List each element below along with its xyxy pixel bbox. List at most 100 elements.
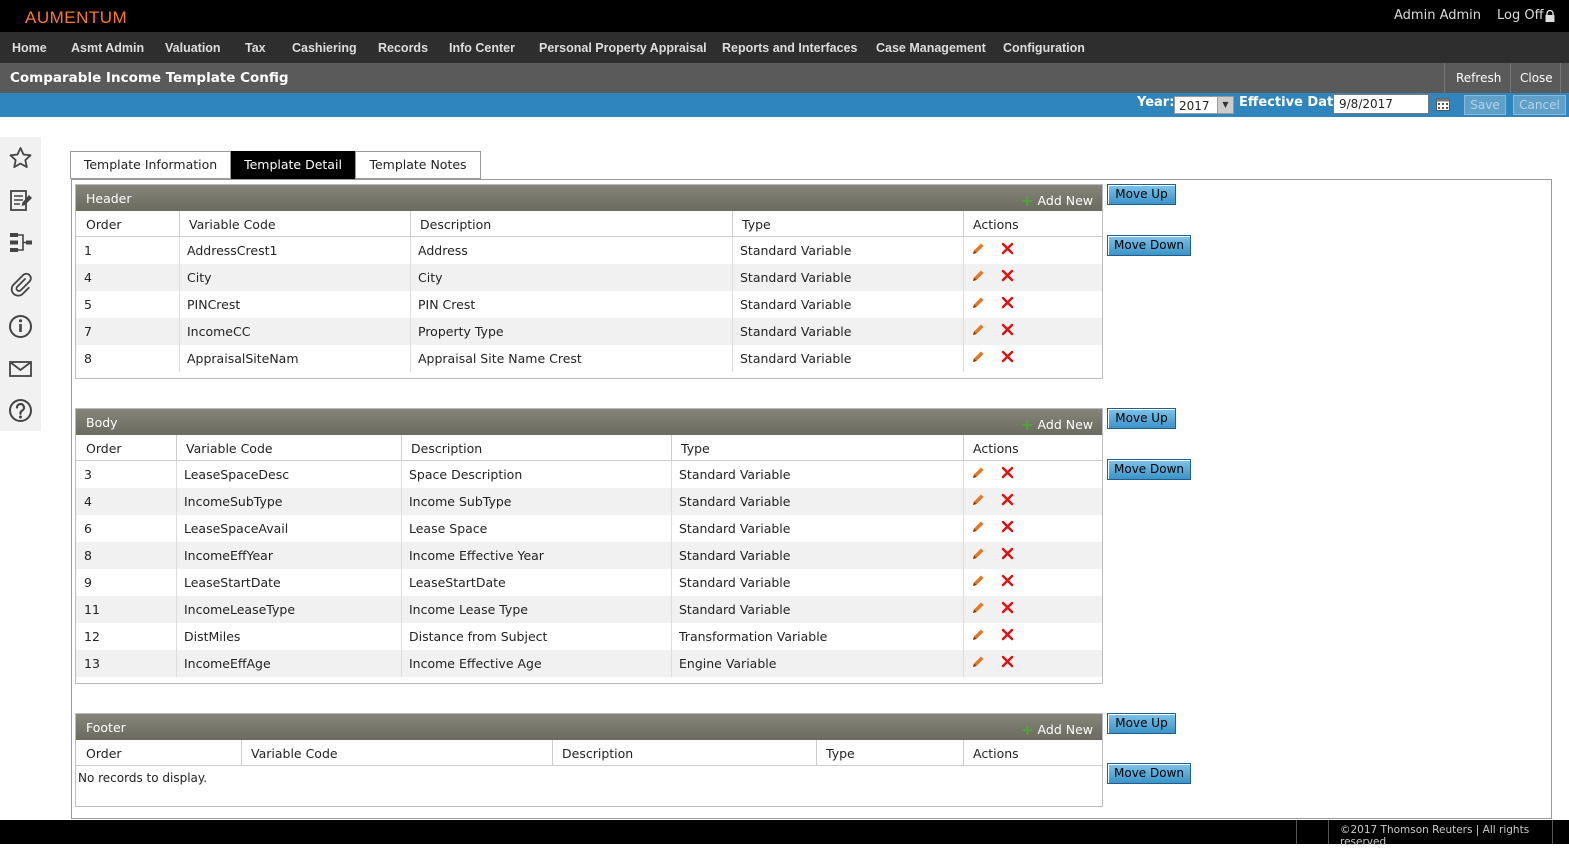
help-icon[interactable]	[7, 397, 34, 424]
user-name[interactable]: Admin Admin	[1394, 8, 1481, 23]
edit-icon[interactable]	[971, 547, 985, 561]
add-new-button[interactable]: + Add New	[1021, 415, 1093, 434]
delete-icon[interactable]	[1001, 466, 1014, 479]
nav-item-asmt-admin[interactable]: Asmt Admin	[71, 41, 144, 55]
edit-icon[interactable]	[971, 242, 985, 256]
column-header[interactable]: Type	[826, 746, 855, 761]
column-header[interactable]: Order	[86, 441, 122, 456]
nav-item-valuation[interactable]: Valuation	[165, 41, 221, 55]
nav-item-case-management[interactable]: Case Management	[876, 41, 986, 55]
tab-template-detail[interactable]: Template Detail	[231, 151, 355, 179]
logoff-link[interactable]: Log Off	[1497, 8, 1544, 23]
delete-icon[interactable]	[1001, 350, 1014, 363]
nav-item-cashiering[interactable]: Cashiering	[292, 41, 357, 55]
delete-icon[interactable]	[1001, 520, 1014, 533]
edit-icon[interactable]	[971, 269, 985, 283]
edit-icon[interactable]	[971, 323, 985, 337]
edit-icon[interactable]	[971, 350, 985, 364]
edit-icon[interactable]	[971, 628, 985, 642]
nav-item-reports-and-interfaces[interactable]: Reports and Interfaces	[722, 41, 857, 55]
delete-icon[interactable]	[1001, 655, 1014, 668]
table-row[interactable]: 11 IncomeLeaseType Income Lease Type Standa…	[76, 596, 1102, 623]
move-down-button[interactable]: Move Down	[1107, 459, 1191, 480]
info-icon[interactable]	[7, 313, 34, 340]
delete-icon[interactable]	[1001, 574, 1014, 587]
delete-icon[interactable]	[1001, 242, 1014, 255]
delete-icon[interactable]	[1001, 493, 1014, 506]
column-header[interactable]: Variable Code	[186, 441, 273, 456]
edit-icon[interactable]	[971, 493, 985, 507]
nav-item-personal-property-appraisal[interactable]: Personal Property Appraisal	[539, 41, 707, 55]
cell-divider	[963, 650, 964, 677]
paperclip-icon[interactable]	[7, 271, 34, 298]
tab-template-notes[interactable]: Template Notes	[355, 151, 481, 179]
nav-item-tax[interactable]: Tax	[245, 41, 266, 55]
nav-item-home[interactable]: Home	[12, 41, 47, 55]
delete-icon[interactable]	[1001, 547, 1014, 560]
effective-date-input[interactable]: 9/8/2017	[1333, 94, 1429, 114]
move-down-button[interactable]: Move Down	[1107, 763, 1191, 784]
edit-icon[interactable]	[971, 296, 985, 310]
delete-icon[interactable]	[1001, 323, 1014, 336]
edit-icon[interactable]	[971, 466, 985, 480]
table-row[interactable]: 7 IncomeCC Property Type Standard Variable	[76, 318, 1102, 345]
delete-icon[interactable]	[1001, 296, 1014, 309]
year-select[interactable]: 2017 ▼	[1174, 96, 1234, 114]
edit-icon[interactable]	[971, 601, 985, 615]
table-row[interactable]: 9 LeaseStartDate LeaseStartDate Standard Va…	[76, 569, 1102, 596]
tab-template-information[interactable]: Template Information	[70, 151, 231, 179]
chevron-down-icon[interactable]: ▼	[1217, 97, 1233, 113]
table-row[interactable]: 4 IncomeSubType Income SubType Standard Var…	[76, 488, 1102, 515]
column-header[interactable]: Description	[562, 746, 633, 761]
table-row[interactable]: 3 LeaseSpaceDesc Space Description Standard…	[76, 461, 1102, 488]
table-row[interactable]: 8 IncomeEffYear Income Effective Year Stand…	[76, 542, 1102, 569]
table-row[interactable]: 1 AddressCrest1 Address Standard Variable	[76, 237, 1102, 264]
lock-icon[interactable]	[1544, 10, 1556, 22]
column-header[interactable]: Actions	[973, 746, 1019, 761]
column-header[interactable]: Type	[742, 217, 771, 232]
side-toolbar	[0, 137, 41, 431]
nav-item-records[interactable]: Records	[378, 41, 428, 55]
table-row[interactable]: 4 City City Standard Variable	[76, 264, 1102, 291]
table-row[interactable]: 6 LeaseSpaceAvail Lease Space Standard Vari…	[76, 515, 1102, 542]
column-header[interactable]: Variable Code	[251, 746, 338, 761]
calendar-icon[interactable]	[1436, 97, 1450, 111]
delete-icon[interactable]	[1001, 601, 1014, 614]
move-up-button[interactable]: Move Up	[1107, 184, 1176, 205]
column-header[interactable]: Actions	[973, 441, 1019, 456]
add-new-button[interactable]: + Add New	[1021, 191, 1093, 210]
column-header[interactable]: Actions	[973, 217, 1019, 232]
table-row[interactable]: 13 IncomeEffAge Income Effective Age Engine…	[76, 650, 1102, 677]
notes-icon[interactable]	[7, 187, 34, 214]
column-header[interactable]: Order	[86, 217, 122, 232]
column-header[interactable]: Variable Code	[189, 217, 276, 232]
nav-item-configuration[interactable]: Configuration	[1003, 41, 1085, 55]
column-header[interactable]: Description	[420, 217, 491, 232]
column-header[interactable]: Order	[86, 746, 122, 761]
hierarchy-icon[interactable]	[7, 229, 34, 256]
table-row[interactable]: 5 PINCrest PIN Crest Standard Variable	[76, 291, 1102, 318]
table-row[interactable]: 8 AppraisalSiteNam Appraisal Site Name Cre…	[76, 345, 1102, 372]
edit-icon[interactable]	[971, 520, 985, 534]
cell-divider	[410, 237, 411, 264]
table-row[interactable]: 12 DistMiles Distance from Subject Transfor…	[76, 623, 1102, 650]
edit-icon[interactable]	[971, 655, 985, 669]
cell-divider	[410, 345, 411, 372]
move-down-button[interactable]: Move Down	[1107, 235, 1191, 256]
edit-icon[interactable]	[971, 574, 985, 588]
close-button[interactable]: Close	[1520, 71, 1553, 85]
cell-divider	[179, 291, 180, 318]
move-up-button[interactable]: Move Up	[1107, 713, 1176, 734]
nav-item-info-center[interactable]: Info Center	[449, 41, 515, 55]
add-new-button[interactable]: + Add New	[1021, 720, 1093, 739]
column-header[interactable]: Type	[681, 441, 710, 456]
mail-icon[interactable]	[7, 355, 34, 382]
delete-icon[interactable]	[1001, 269, 1014, 282]
move-up-button[interactable]: Move Up	[1107, 408, 1176, 429]
refresh-button[interactable]: Refresh	[1456, 71, 1501, 85]
column-header[interactable]: Description	[411, 441, 482, 456]
delete-icon[interactable]	[1001, 628, 1014, 641]
cancel-button[interactable]: Cancel	[1513, 95, 1566, 115]
star-icon[interactable]	[7, 145, 34, 172]
save-button[interactable]: Save	[1464, 95, 1506, 115]
